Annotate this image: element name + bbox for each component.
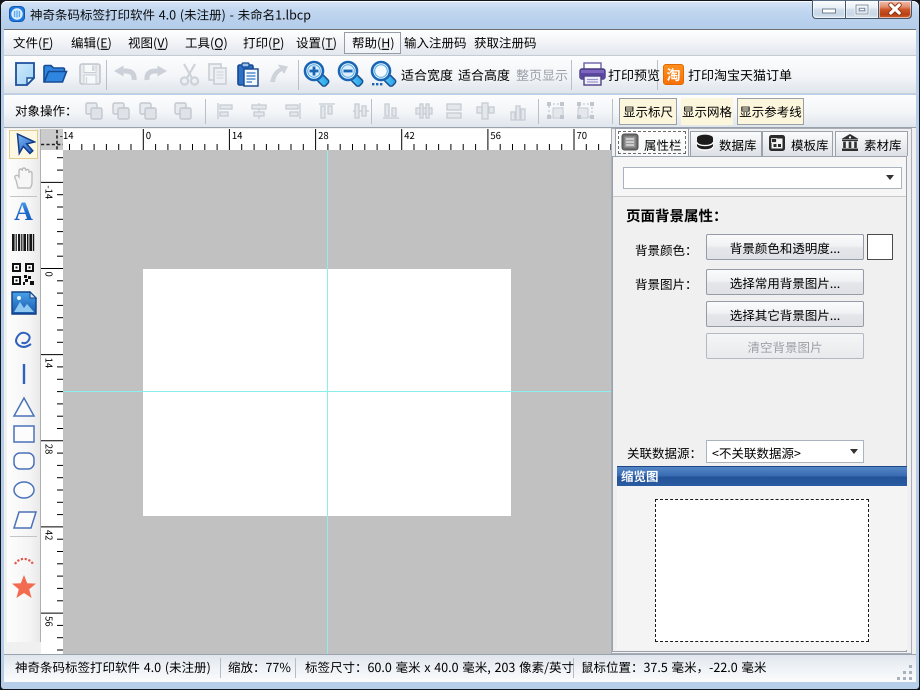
svg-text:A: A <box>14 199 33 223</box>
